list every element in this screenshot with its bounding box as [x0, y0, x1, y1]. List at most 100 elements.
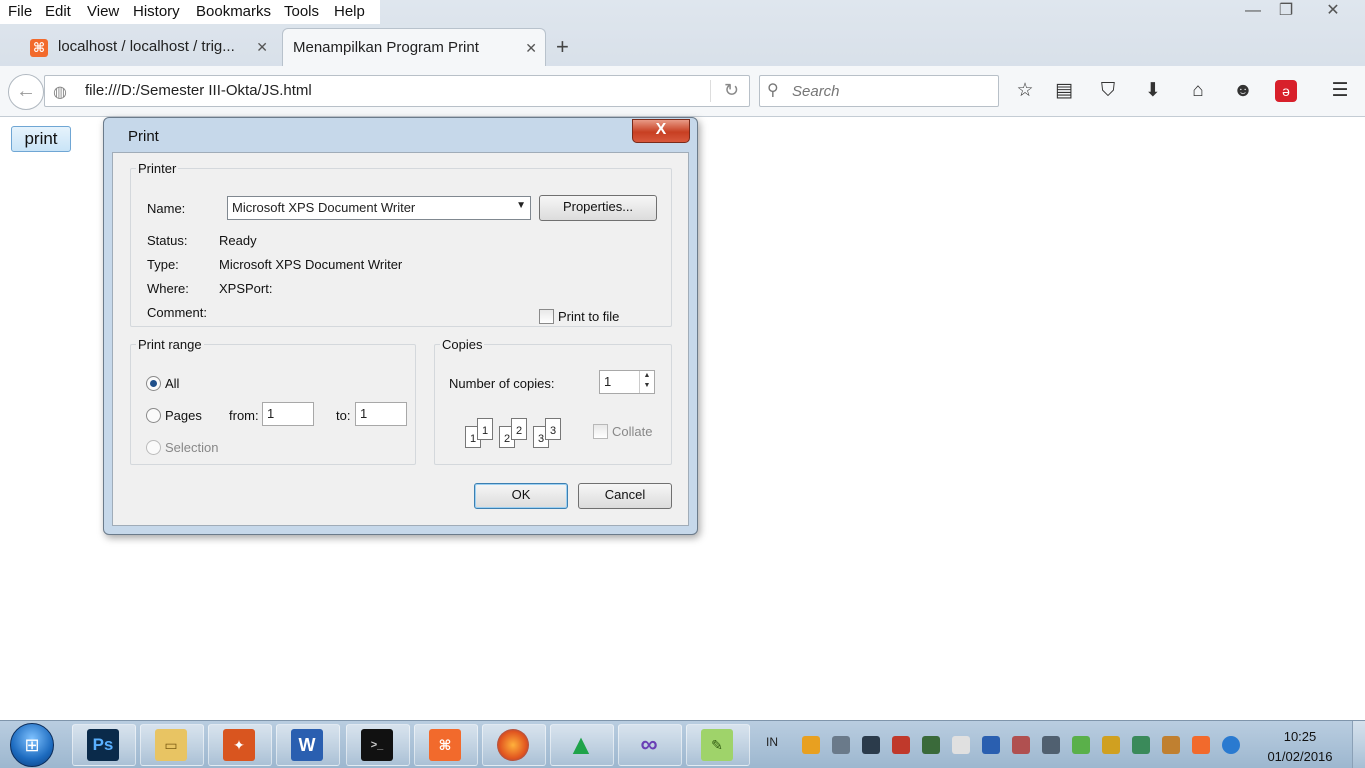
battery-icon[interactable] — [952, 736, 970, 754]
page-icon: 2 — [511, 418, 527, 440]
clock-time: 10:25 — [1283, 729, 1317, 744]
taskbar-command-prompt[interactable]: >_ — [346, 724, 410, 766]
search-input[interactable] — [790, 80, 994, 102]
print-to-file-checkbox[interactable] — [539, 309, 554, 324]
home-icon[interactable]: ⌂ — [1185, 78, 1211, 104]
menu-help[interactable]: Help — [334, 3, 365, 20]
tab-title: localhost / localhost / trig... — [58, 38, 235, 55]
hello-icon[interactable]: ☻ — [1230, 78, 1256, 104]
search-bar[interactable]: ⚲ — [759, 75, 999, 107]
xampp-tray-icon[interactable] — [1192, 736, 1210, 754]
taskbar-xampp[interactable]: ⌘ — [414, 724, 478, 766]
from-value: 1 — [267, 406, 275, 421]
visual-studio-icon: ∞ — [640, 731, 658, 758]
printer-name-select[interactable]: Microsoft XPS Document Writer ▼ — [227, 196, 531, 220]
show-desktop-button[interactable] — [1352, 721, 1365, 768]
reading-list-icon[interactable]: ▤ — [1051, 78, 1077, 104]
tray-app-icon[interactable] — [982, 736, 1000, 754]
back-button[interactable]: ← — [8, 74, 44, 110]
tray-error-icon[interactable] — [892, 736, 910, 754]
print-button[interactable]: print — [11, 126, 71, 152]
pages-radio[interactable] — [146, 408, 161, 423]
tab-menampilkan-program-print[interactable]: Menampilkan Program Print ✕ — [282, 28, 546, 66]
monitor-icon[interactable] — [862, 736, 880, 754]
url-separator — [710, 80, 711, 102]
download-icon[interactable]: ⬇ — [1140, 78, 1166, 104]
network-icon[interactable] — [922, 736, 940, 754]
minimize-window-button[interactable]: — — [1238, 0, 1268, 24]
cancel-button[interactable]: Cancel — [578, 483, 672, 509]
language-indicator[interactable]: IN — [766, 735, 778, 749]
spin-down-icon[interactable]: ▼ — [640, 381, 654, 391]
new-tab-button[interactable]: + — [556, 28, 569, 66]
command-prompt-icon: >_ — [361, 729, 393, 761]
selection-radio[interactable] — [146, 440, 161, 455]
browser-chrome: File Edit View History Bookmarks Tools H… — [0, 0, 1365, 117]
taskbar-visual-studio[interactable]: ∞ — [618, 724, 682, 766]
pages-label[interactable]: Pages — [165, 408, 202, 423]
hamburger-menu-icon[interactable]: ☰ — [1327, 78, 1353, 104]
reload-icon[interactable]: ↻ — [724, 80, 739, 101]
menu-view[interactable]: View — [87, 3, 119, 20]
status-value: Ready — [219, 233, 257, 248]
properties-button[interactable]: Properties... — [539, 195, 657, 221]
avira-icon[interactable]: ǝ — [1275, 80, 1297, 102]
menu-bar: File Edit View History Bookmarks Tools H… — [0, 0, 380, 24]
system-tray: IN — [752, 721, 1280, 768]
taskbar-android-studio[interactable]: ▲ — [550, 724, 614, 766]
status-label: Status: — [147, 233, 188, 248]
usb-icon[interactable] — [1042, 736, 1060, 754]
from-input[interactable]: 1 — [262, 402, 314, 426]
gear-icon[interactable] — [1102, 736, 1120, 754]
taskbar-photoshop[interactable]: Ps — [72, 724, 136, 766]
collate-checkbox[interactable] — [593, 424, 608, 439]
menu-history[interactable]: History — [133, 3, 180, 20]
clock[interactable]: 10:25 01/02/2016 — [1260, 727, 1340, 767]
sync-icon[interactable] — [1132, 736, 1150, 754]
number-of-copies-label: Number of copies: — [449, 376, 555, 391]
all-radio[interactable] — [146, 376, 161, 391]
globe-tray-icon[interactable] — [1222, 736, 1240, 754]
signal-icon[interactable] — [1012, 736, 1030, 754]
close-tab-icon[interactable]: ✕ — [256, 28, 268, 66]
menu-bookmarks[interactable]: Bookmarks — [196, 3, 271, 20]
dialog-close-button[interactable]: X — [632, 119, 690, 143]
dialog-body: Printer Name: Microsoft XPS Document Wri… — [112, 152, 689, 526]
number-of-copies-stepper[interactable]: 1 ▲ ▼ — [599, 370, 655, 394]
print-to-file-label[interactable]: Print to file — [558, 309, 619, 324]
volume-icon[interactable] — [832, 736, 850, 754]
close-window-button[interactable]: ✕ — [1318, 0, 1348, 24]
restore-window-button[interactable]: ❐ — [1271, 0, 1301, 24]
taskbar-word[interactable]: W — [276, 724, 340, 766]
tray-warning-icon[interactable] — [802, 736, 820, 754]
menu-tools[interactable]: Tools — [284, 3, 319, 20]
check-icon[interactable] — [1072, 736, 1090, 754]
tab-localhost[interactable]: ⌘ localhost / localhost / trig... ✕ — [24, 28, 276, 66]
navigation-bar: ← ◍ file:///D:/Semester III-Okta/JS.html… — [0, 66, 1365, 117]
url-text[interactable]: file:///D:/Semester III-Okta/JS.html — [85, 82, 312, 99]
to-label: to: — [336, 408, 351, 423]
from-label: from: — [229, 408, 259, 423]
collate-label: Collate — [612, 424, 653, 439]
url-bar[interactable]: ◍ file:///D:/Semester III-Okta/JS.html ↻ — [44, 75, 750, 107]
taskbar-game[interactable]: ✦ — [208, 724, 272, 766]
close-tab-icon[interactable]: ✕ — [525, 29, 537, 67]
tab-title: Menampilkan Program Print — [293, 39, 479, 56]
windows-start-icon[interactable]: ⊞ — [10, 723, 54, 767]
menu-edit[interactable]: Edit — [45, 3, 71, 20]
close-icon: X — [655, 121, 667, 138]
taskbar-file-explorer[interactable]: ▭ — [140, 724, 204, 766]
pocket-icon[interactable]: ⛉ — [1095, 78, 1121, 104]
print-range-legend: Print range — [138, 337, 202, 352]
ok-button[interactable]: OK — [474, 483, 568, 509]
tools-icon[interactable] — [1162, 736, 1180, 754]
search-icon: ⚲ — [767, 82, 779, 99]
all-label[interactable]: All — [165, 376, 179, 391]
taskbar-firefox[interactable] — [482, 724, 546, 766]
to-input[interactable]: 1 — [355, 402, 407, 426]
taskbar-notepad-plus-plus[interactable]: ✎ — [686, 724, 750, 766]
spin-up-icon[interactable]: ▲ — [640, 371, 654, 381]
menu-file[interactable]: File — [8, 3, 32, 20]
print-dialog: Print X Printer Name: Microsoft XPS Docu… — [103, 117, 698, 535]
star-icon[interactable]: ☆ — [1012, 78, 1038, 104]
